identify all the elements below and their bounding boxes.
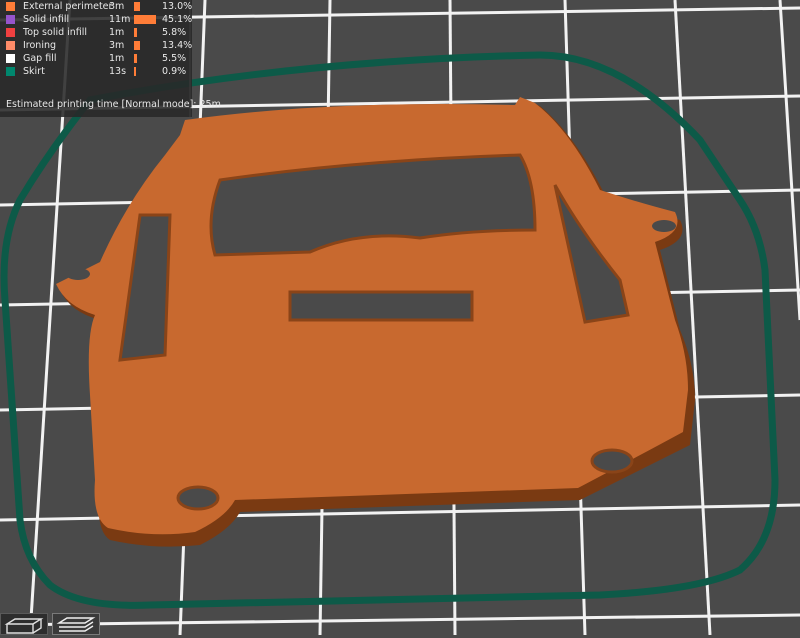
feature-name: Top solid infill [23,27,88,38]
feature-percent: 5.8% [162,27,187,38]
feature-bar [134,15,156,24]
feature-time: 13s [109,66,127,77]
feature-legend: External perimeter 3m 13.0% Solid infill… [0,0,221,117]
feature-name: Gap fill [23,53,57,64]
feature-percent: 13.4% [162,40,193,51]
feature-time: 3m [109,1,125,12]
feature-bar [134,28,137,37]
feature-bar [134,67,136,76]
3d-view-button[interactable] [0,613,48,635]
feature-name: Skirt [23,66,45,77]
feature-time: 1m [109,53,125,64]
legend-row-top-solid-infill: Top solid infill 1m 5.8% [6,26,190,39]
estimated-time-label: Estimated printing time [Normal mode]: [6,99,197,110]
estimated-time-value: 25m [199,99,221,110]
swatch-skirt [6,67,15,76]
left-tab-hole [66,268,90,280]
feature-name: External perimeter [23,1,113,12]
right-tab-hole [652,220,676,232]
estimated-print-time: Estimated printing time [Normal mode]: 2… [6,99,221,110]
legend-row-gap-fill: Gap fill 1m 5.5% [6,52,190,65]
feature-time: 1m [109,27,125,38]
feature-time: 11m [109,14,131,25]
legend-row-skirt: Skirt 13s 0.9% [6,65,190,78]
feature-percent: 13.0% [162,1,193,12]
feature-percent: 45.1% [162,14,193,25]
swatch-ironing [6,41,15,50]
layers-view-button[interactable] [52,613,100,635]
legend-row-solid-infill: Solid infill 11m 45.1% [6,13,193,26]
swatch-solid-infill [6,15,15,24]
layers-view-icon [56,617,96,632]
swatch-top-solid-infill [6,28,15,37]
right-mount-hole [590,448,634,474]
swatch-external-perimeter [6,2,15,11]
feature-time: 3m [109,40,125,51]
feature-percent: 0.9% [162,66,187,77]
feature-bar [134,41,141,50]
3d-view-cube-icon [4,618,44,634]
feature-percent: 5.5% [162,53,187,64]
feature-name: Ironing [23,40,57,51]
feature-bar [134,2,141,11]
left-mount-hole [176,485,220,511]
swatch-gap-fill [6,54,15,63]
feature-name: Solid infill [23,14,70,25]
feature-bar [134,54,137,63]
legend-row-ironing: Ironing 3m 13.4% [6,39,193,52]
center-slot-opening [288,290,474,322]
legend-row-external-perimeter: External perimeter 3m 13.0% [6,0,193,13]
